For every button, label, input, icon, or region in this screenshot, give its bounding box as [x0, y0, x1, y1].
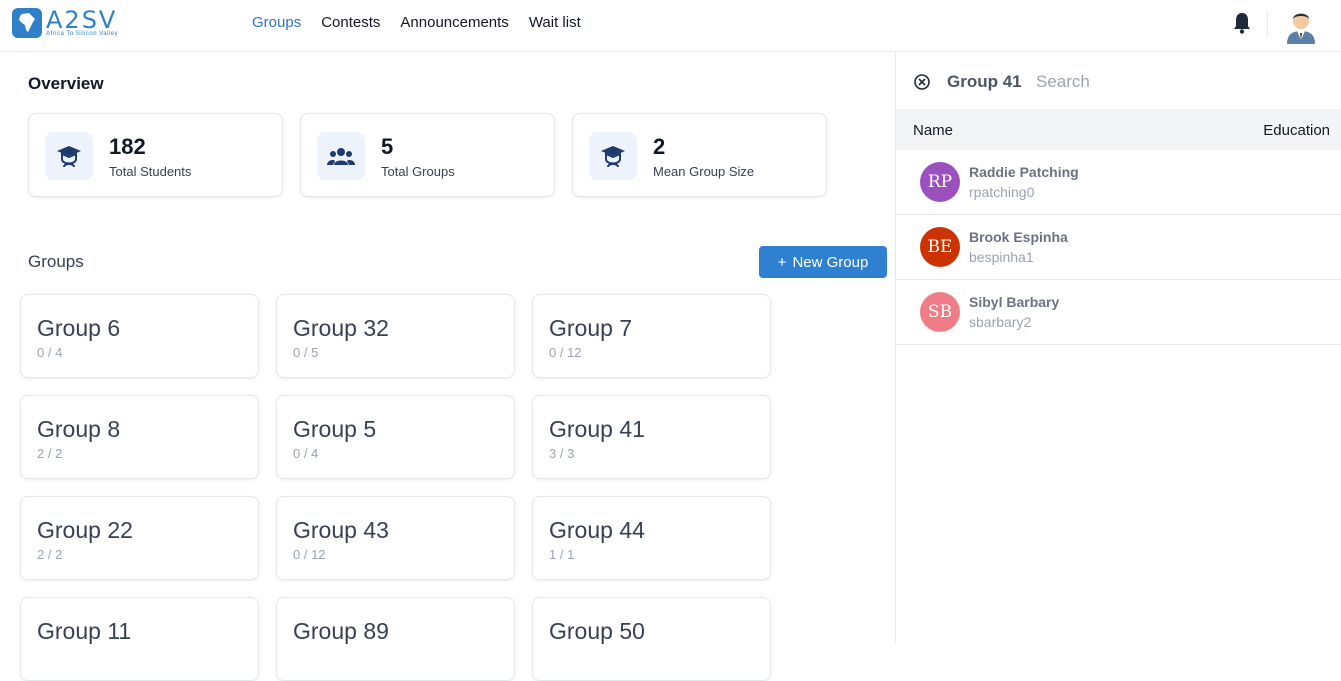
logo-wordmark: A2SV [46, 6, 118, 34]
user-avatar[interactable] [1283, 4, 1319, 44]
group-card[interactable]: Group 11 [20, 597, 259, 681]
column-header-education[interactable]: Education [1263, 122, 1330, 139]
member-name: Brook Espinha [969, 229, 1068, 245]
group-name: Group 89 [293, 618, 389, 644]
group-name: Group 22 [37, 517, 133, 543]
member-name: Raddie Patching [969, 164, 1079, 180]
group-card[interactable]: Group 50 [532, 597, 771, 681]
plus-icon: + [777, 253, 787, 271]
africa-map-icon [12, 8, 42, 38]
member-avatar: BE [920, 227, 960, 267]
group-name: Group 41 [549, 416, 645, 442]
group-name: Group 11 [37, 618, 132, 644]
group-name: Group 6 [37, 315, 121, 341]
group-card[interactable]: Group 41 3 / 3 [532, 395, 771, 479]
member-username: rpatching0 [969, 184, 1035, 200]
member-username: bespinha1 [969, 249, 1034, 265]
group-card[interactable]: Group 8 2 / 2 [20, 395, 259, 479]
group-count: 0 / 4 [293, 446, 319, 461]
close-circle-icon[interactable] [913, 73, 931, 96]
logo-tagline: Africa To Silicon Valley [46, 31, 119, 37]
total-groups-value: 5 [381, 134, 394, 159]
group-count: 0 / 4 [37, 345, 63, 360]
member-avatar: SB [920, 292, 960, 332]
group-count: 1 / 1 [549, 547, 575, 562]
panel-title: Group 41 [947, 72, 1022, 91]
group-name: Group 7 [549, 315, 633, 341]
group-card[interactable]: Group 43 0 / 12 [276, 496, 515, 580]
groups-heading: Groups [28, 252, 84, 271]
total-groups-label: Total Groups [381, 164, 455, 179]
nav-groups[interactable]: Groups [252, 14, 301, 31]
member-avatar: RP [920, 162, 960, 202]
group-card[interactable]: Group 5 0 / 4 [276, 395, 515, 479]
member-name: Sibyl Barbary [969, 294, 1060, 310]
total-students-label: Total Students [109, 164, 192, 179]
new-group-label: New Group [792, 253, 869, 271]
group-card[interactable]: Group 22 2 / 2 [20, 496, 259, 580]
group-card[interactable]: Group 6 0 / 4 [20, 294, 259, 378]
a2sv-logo[interactable]: A2SV Africa To Silicon Valley [12, 8, 118, 38]
top-navbar: A2SV Africa To Silicon Valley Groups Con… [0, 0, 1341, 52]
nav-wait-list[interactable]: Wait list [529, 14, 581, 31]
stat-card-total-students: 182 Total Students [28, 113, 283, 197]
mean-group-size-label: Mean Group Size [653, 164, 755, 179]
overview-heading: Overview [28, 74, 104, 93]
group-count: 2 / 2 [37, 446, 63, 461]
group-name: Group 44 [549, 517, 645, 543]
column-header-name[interactable]: Name [913, 122, 953, 139]
group-name: Group 32 [293, 315, 389, 341]
group-detail-panel: Group 41 Name Education RP Raddie Patchi… [895, 53, 1341, 643]
main-content: Overview 182 Total Students 5 Total Grou… [0, 53, 895, 681]
nav-contests[interactable]: Contests [321, 14, 380, 31]
graduation-cap-icon [589, 132, 637, 180]
member-username: sbarbary2 [969, 314, 1032, 330]
table-row[interactable]: SB Sibyl Barbary sbarbary2 [896, 280, 1341, 345]
group-name: Group 50 [549, 618, 645, 644]
group-count: 3 / 3 [549, 446, 575, 461]
users-icon [317, 132, 365, 180]
group-name: Group 43 [293, 517, 389, 543]
new-group-button[interactable]: + New Group [759, 246, 887, 278]
group-card[interactable]: Group 32 0 / 5 [276, 294, 515, 378]
total-students-value: 182 [109, 134, 146, 159]
group-card[interactable]: Group 89 [276, 597, 515, 681]
group-card[interactable]: Group 44 1 / 1 [532, 496, 771, 580]
nav-announcements[interactable]: Announcements [400, 14, 508, 31]
group-count: 0 / 12 [293, 547, 326, 562]
group-name: Group 5 [293, 416, 377, 442]
notification-bell-icon[interactable] [1231, 11, 1253, 40]
group-count: 2 / 2 [37, 547, 63, 562]
divider [1267, 12, 1268, 36]
table-row[interactable]: BE Brook Espinha bespinha1 [896, 215, 1341, 280]
mean-group-size-value: 2 [653, 134, 666, 159]
table-row[interactable]: RP Raddie Patching rpatching0 [896, 150, 1341, 215]
group-name: Group 8 [37, 416, 121, 442]
stat-card-total-groups: 5 Total Groups [300, 113, 555, 197]
member-search-input[interactable] [1036, 70, 1326, 94]
group-count: 0 / 12 [549, 345, 582, 360]
main-nav: Groups Contests Announcements Wait list [252, 14, 581, 31]
stat-card-mean-group-size: 2 Mean Group Size [572, 113, 827, 197]
graduation-cap-icon [45, 132, 93, 180]
member-table-header: Name Education [896, 109, 1341, 150]
group-card[interactable]: Group 7 0 / 12 [532, 294, 771, 378]
group-count: 0 / 5 [293, 345, 319, 360]
